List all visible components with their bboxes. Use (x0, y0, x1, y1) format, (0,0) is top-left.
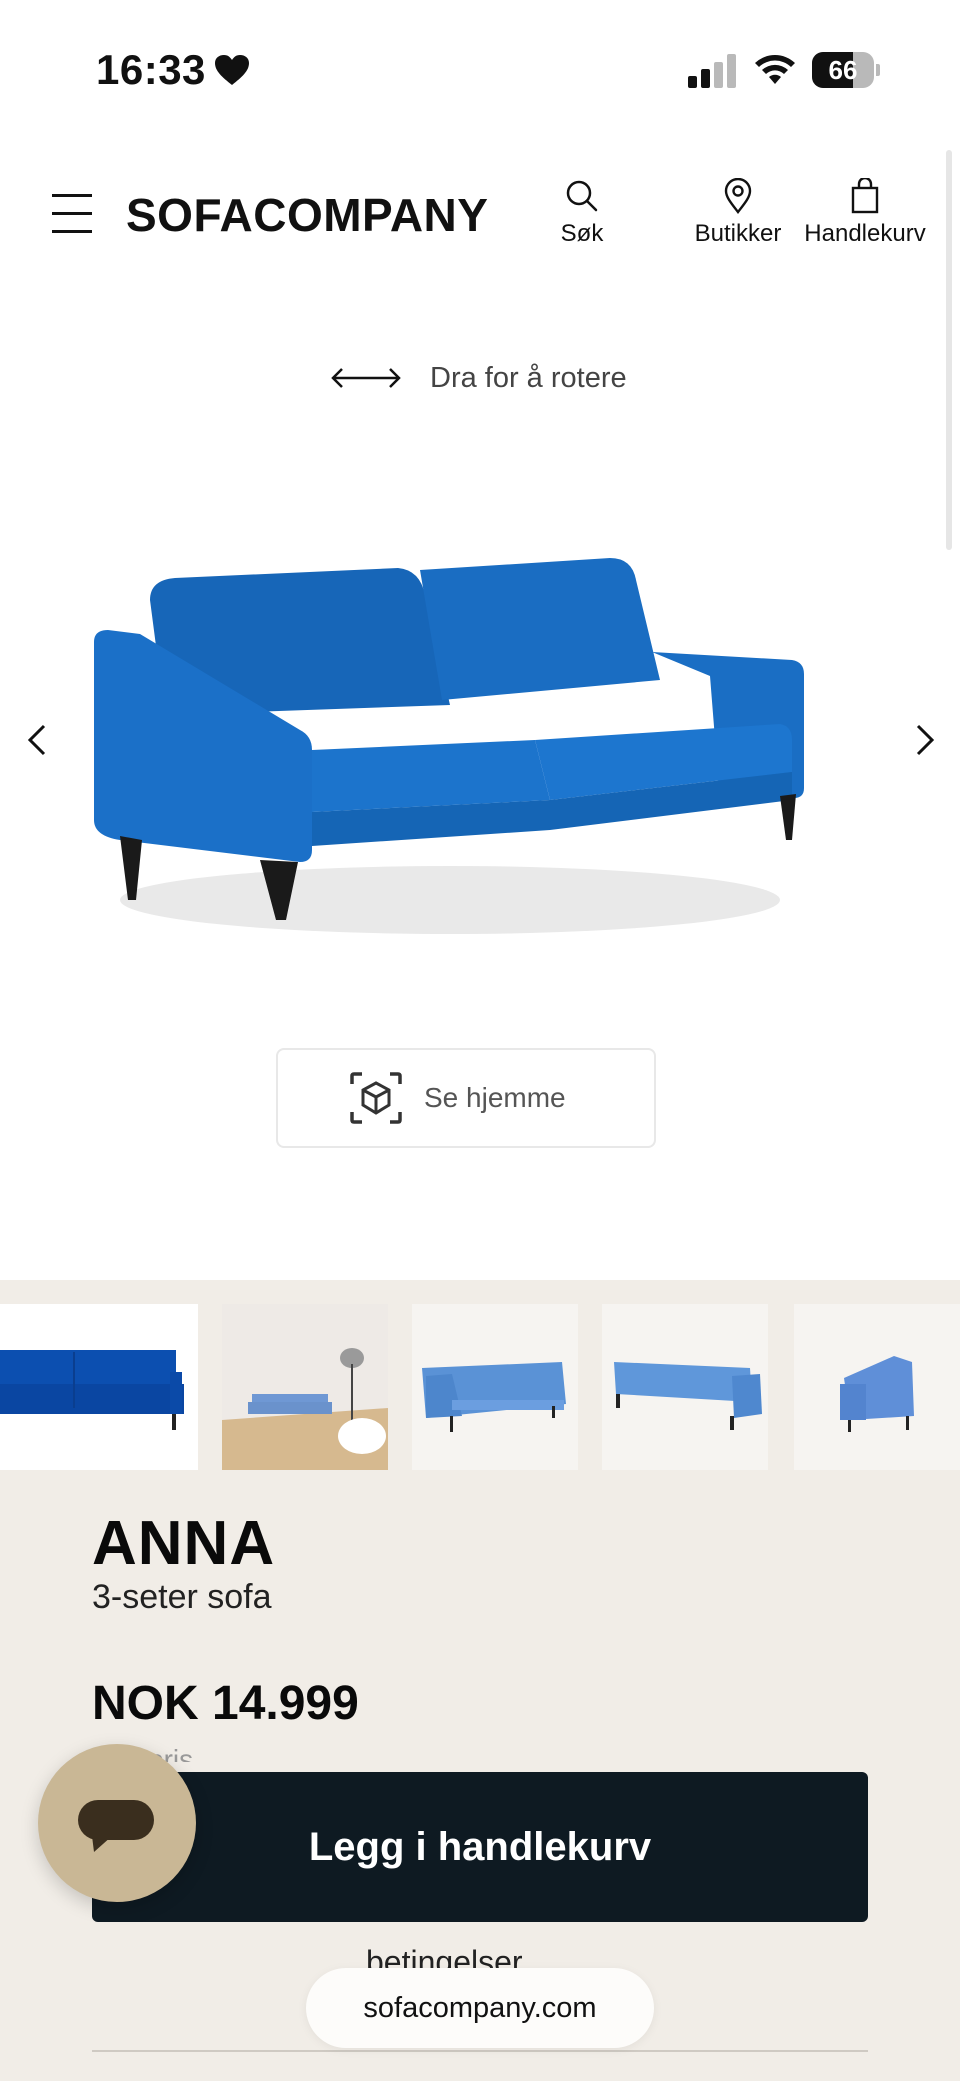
rotate-hint-text: Dra for å rotere (430, 361, 627, 394)
thumbnail-front-view[interactable] (0, 1304, 198, 1470)
next-image-arrow-icon[interactable] (904, 718, 944, 762)
browser-url-bar[interactable]: sofacompany.com (306, 1968, 654, 2048)
search-button[interactable]: Søk (552, 178, 612, 248)
rotate-hint: Dra for å rotere (330, 354, 627, 402)
heart-icon (215, 55, 249, 85)
sofa-3d-view[interactable] (80, 540, 820, 960)
sofacompany-logo[interactable]: SOFACOMPANY (126, 188, 488, 242)
site-header: SOFACOMPANY Søk Butikker Handlekurv (0, 150, 960, 280)
cart-label: Handlekurv (804, 220, 926, 247)
scrollbar[interactable] (946, 150, 952, 550)
battery-percent: 66 (828, 55, 858, 85)
hamburger-menu-button[interactable] (52, 190, 96, 236)
add-to-cart-button[interactable]: Legg i handlekurv (92, 1772, 868, 1922)
divider (92, 2050, 868, 2052)
chat-bubble-icon (78, 1800, 154, 1852)
battery-indicator: 66 (812, 52, 880, 88)
search-icon (566, 180, 598, 212)
thumbnail-room-view[interactable] (222, 1304, 388, 1470)
status-time: 16:33 (96, 46, 206, 93)
product-subtitle: 3-seter sofa (92, 1578, 272, 1616)
status-bar: 16:33 66 (0, 0, 960, 140)
shopping-bag-icon (851, 178, 879, 214)
previous-image-arrow-icon[interactable] (18, 718, 58, 762)
search-label: Søk (560, 220, 604, 247)
stores-label: Butikker (694, 220, 782, 247)
view-at-home-label: Se hjemme (424, 1082, 566, 1113)
thumbnail-side-view[interactable] (794, 1304, 960, 1470)
cellular-signal-icon (688, 54, 736, 88)
location-pin-icon (724, 178, 752, 214)
ar-cube-icon (350, 1072, 402, 1124)
wifi-icon (755, 55, 795, 84)
thumbnail-angle-view[interactable] (412, 1304, 578, 1470)
product-price: NOK 14.999 (92, 1677, 359, 1730)
thumbnail-back-view[interactable] (602, 1304, 768, 1470)
product-name: ANNA (92, 1509, 276, 1578)
cart-button[interactable]: Handlekurv (796, 178, 934, 248)
thumbnail-strip[interactable] (0, 1304, 960, 1472)
view-at-home-button[interactable]: Se hjemme (276, 1048, 656, 1148)
double-arrow-icon (331, 368, 401, 388)
chat-button[interactable] (38, 1744, 196, 1902)
stores-button[interactable]: Butikker (668, 178, 808, 248)
